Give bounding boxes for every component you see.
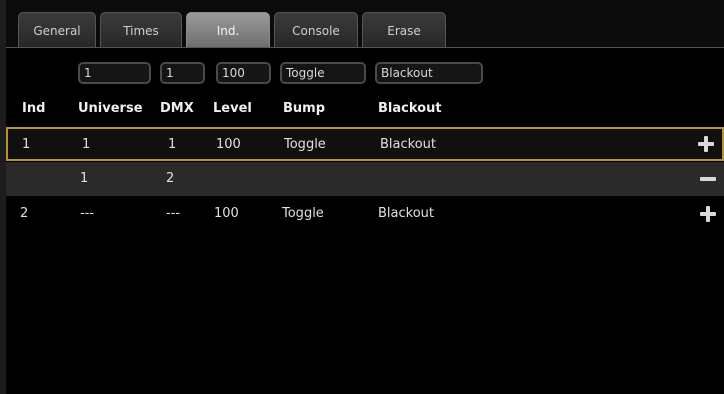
row-bump: Toggle xyxy=(284,137,326,152)
row-blackout: Blackout xyxy=(380,137,436,152)
table-row[interactable]: 1 1 1 100 Toggle Blackout xyxy=(6,127,724,161)
bump-filter-input[interactable] xyxy=(280,62,366,84)
tab-erase[interactable]: Erase xyxy=(362,12,446,48)
row-level: 100 xyxy=(216,137,241,152)
row-dmx: 1 xyxy=(168,137,177,152)
header-ind: Ind xyxy=(22,101,46,116)
row-universe: 1 xyxy=(80,171,89,186)
header-dmx: DMX xyxy=(160,101,194,116)
row-ind: 2 xyxy=(20,206,29,221)
row-blackout: Blackout xyxy=(378,206,434,221)
row-universe: --- xyxy=(80,206,95,221)
minus-icon[interactable] xyxy=(700,171,716,187)
plus-icon[interactable] xyxy=(700,206,716,222)
header-bump: Bump xyxy=(283,101,326,116)
tab-bar-divider xyxy=(6,47,724,48)
tab-general[interactable]: General xyxy=(18,12,96,48)
table-row[interactable]: 2 --- --- 100 Toggle Blackout xyxy=(6,197,724,231)
row-dmx: 2 xyxy=(166,171,175,186)
row-universe: 1 xyxy=(82,137,91,152)
header-universe: Universe xyxy=(78,101,143,116)
row-dmx: --- xyxy=(166,206,181,221)
level-filter-input[interactable] xyxy=(216,62,271,84)
tab-ind[interactable]: Ind. xyxy=(186,12,270,48)
tab-console[interactable]: Console xyxy=(274,12,358,48)
universe-filter-input[interactable] xyxy=(78,62,151,84)
tab-times[interactable]: Times xyxy=(100,12,182,48)
plus-icon[interactable] xyxy=(698,136,714,152)
header-blackout: Blackout xyxy=(378,101,442,116)
header-level: Level xyxy=(213,101,252,116)
row-bump: Toggle xyxy=(282,206,324,221)
table-row[interactable]: 1 2 xyxy=(6,162,724,196)
row-ind: 1 xyxy=(22,137,31,152)
dmx-filter-input[interactable] xyxy=(160,62,205,84)
row-level: 100 xyxy=(214,206,239,221)
blackout-filter-input[interactable] xyxy=(375,62,483,84)
